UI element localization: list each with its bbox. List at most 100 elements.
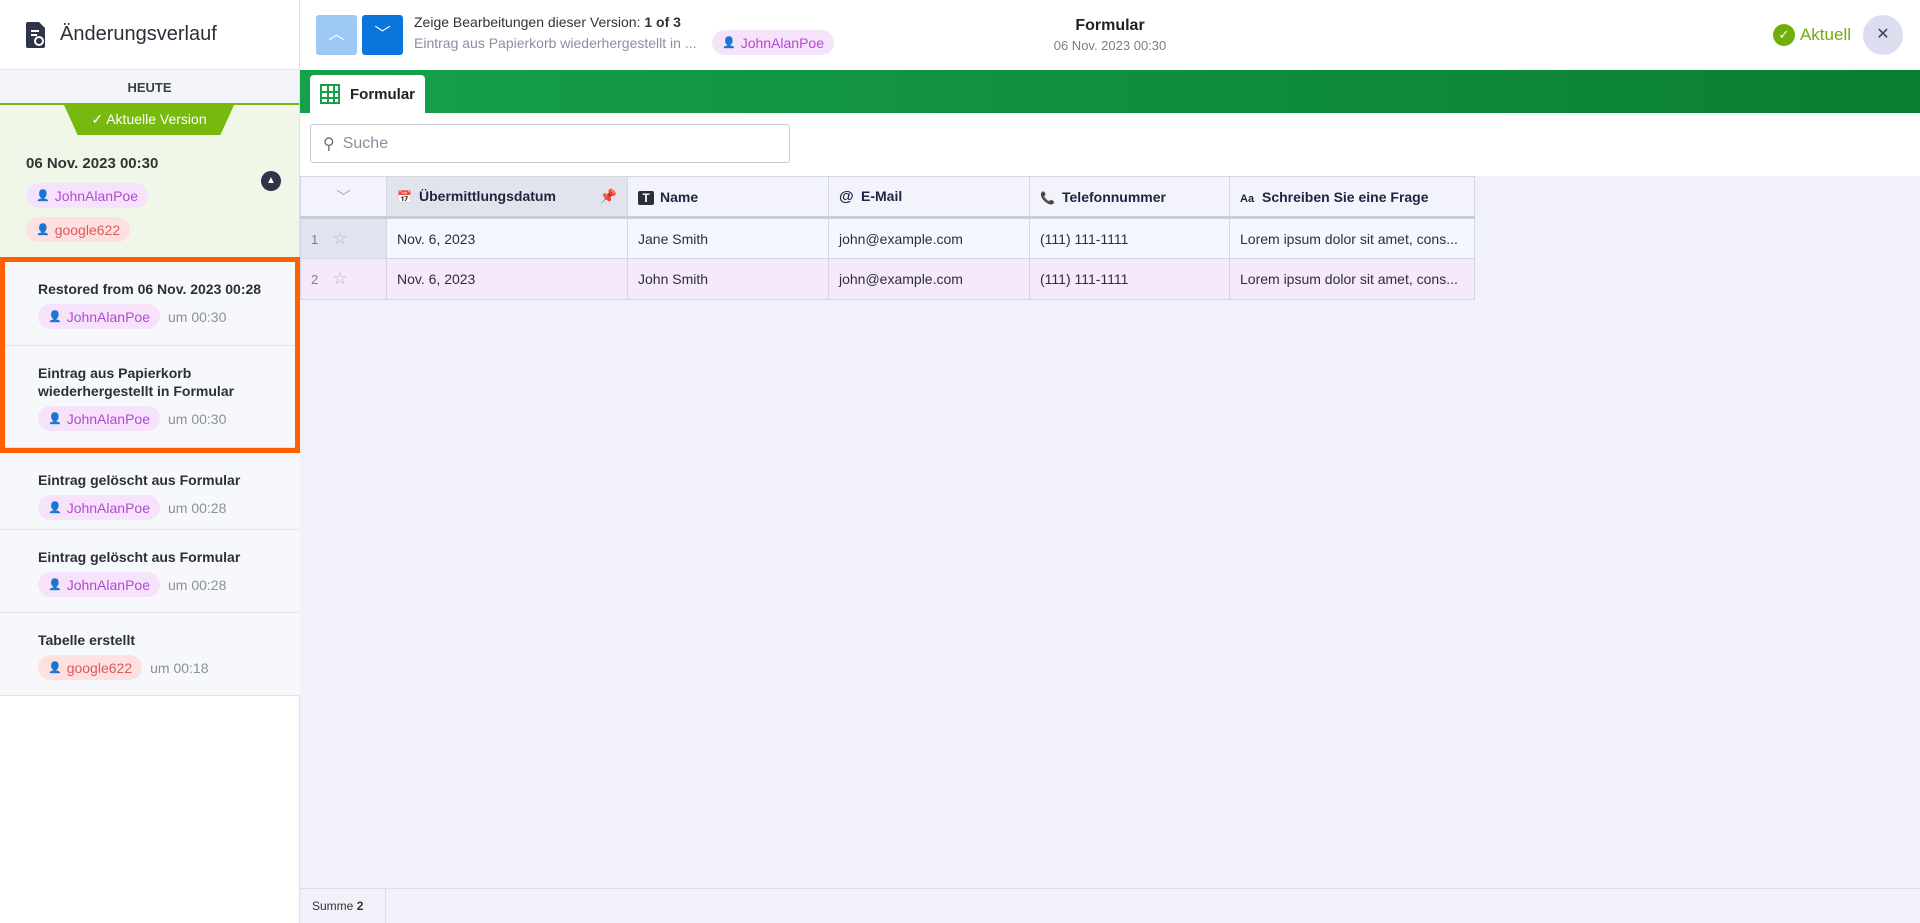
table-grid-icon [320, 84, 340, 104]
column-label: Übermittlungsdatum [419, 188, 556, 204]
user-icon: 👤 [48, 662, 62, 674]
history-sidebar: Änderungsverlauf HEUTE ✓ Aktuelle Versio… [0, 0, 300, 923]
selected-highlight-box [0, 257, 300, 453]
item-time: um 00:28 [168, 576, 227, 593]
history-item[interactable]: Eintrag gelöscht aus Formular 👤 JohnAlanPo… [0, 453, 300, 530]
calendar-icon: 📅 [397, 190, 412, 204]
user-chip: 👤 JohnAlanPoe [26, 183, 148, 208]
user-name: JohnAlanPoe [66, 576, 150, 593]
column-header[interactable]: 📅 Übermittlungsdatum 📌 [386, 176, 628, 219]
user-name: JohnAlanPoe [740, 34, 824, 51]
current-version-item[interactable]: ✓ Aktuelle Version 06 Nov. 2023 00:30 👤 J… [0, 105, 299, 257]
star-icon[interactable]: ☆ [332, 229, 347, 248]
phone-icon: 📞 [1040, 190, 1055, 205]
table-cell[interactable]: Nov. 6, 2023 [386, 258, 628, 300]
tab-label: Formular [350, 85, 416, 103]
user-icon: 👤 [48, 502, 62, 514]
column-header[interactable]: T Name [627, 176, 829, 219]
item-time: um 00:18 [150, 659, 209, 676]
item-title: Eintrag gelöscht aus Formular [38, 472, 241, 488]
table-footer: Summe 2 [300, 888, 1920, 923]
item-title: Eintrag gelöscht aus Formular [38, 549, 241, 565]
status-label: Aktuell [1799, 25, 1851, 44]
badge-label: Aktuelle Version [106, 111, 207, 127]
close-button[interactable]: ✕ [1863, 15, 1903, 55]
column-label: Telefonnummer [1062, 188, 1166, 205]
long-text-icon: Aa [1240, 192, 1255, 205]
table-cell[interactable]: john@example.com [828, 258, 1030, 300]
user-name: JohnAlanPoe [54, 187, 138, 204]
version-header: ︿ ﹀ Zeige Bearbeitungen dieser Version: … [300, 0, 1920, 70]
history-item[interactable]: Eintrag gelöscht aus Formular 👤 JohnAlanPo… [0, 530, 300, 613]
search-placeholder: Suche [342, 134, 389, 152]
current-version-badge: ✓ Aktuelle Version [64, 105, 234, 135]
user-chip: 👤 google622 [26, 217, 131, 242]
star-icon[interactable]: ☆ [332, 269, 347, 288]
user-name: google622 [54, 221, 121, 238]
section-today: HEUTE [0, 70, 299, 105]
column-label: Schreiben Sie eine Frage [1262, 188, 1429, 205]
table-header-row: ﹀ 📅 Übermittlungsdatum 📌 T Name @ E-Mail 📞 Te… [300, 176, 1475, 219]
table-row[interactable]: 1 ☆ Nov. 6, 2023 Jane Smith john@example.… [300, 217, 1475, 259]
row-index: 1 [311, 231, 319, 247]
table-row[interactable]: 2 ☆ Nov. 6, 2023 John Smith john@example.… [300, 258, 1475, 300]
user-icon: 👤 [36, 224, 50, 236]
column-header[interactable]: Aa Schreiben Sie eine Frage [1229, 176, 1475, 219]
user-name: JohnAlanPoe [66, 499, 150, 516]
status-current: ✓ Aktuell [1772, 24, 1851, 46]
search-input[interactable]: ⚲ Suche [310, 124, 790, 163]
version-label: Zeige Bearbeitungen dieser Version: [414, 14, 641, 30]
tab-bar: Formular [300, 70, 1920, 113]
table-cell[interactable]: John Smith [627, 258, 829, 300]
search-bar: ⚲ Suche [300, 113, 1920, 176]
item-title: Tabelle erstellt [38, 632, 136, 648]
version-count: 1 of 3 [644, 14, 681, 30]
version-date: 06 Nov. 2023 00:30 [1053, 38, 1167, 53]
page-title: Formular [1075, 17, 1145, 34]
column-label: E-Mail [861, 188, 903, 204]
column-label: Name [660, 188, 699, 205]
search-icon: ⚲ [323, 135, 335, 153]
main-area: ︿ ﹀ Zeige Bearbeitungen dieser Version: … [300, 0, 1920, 923]
table-cell[interactable]: Lorem ipsum dolor sit amet, cons... [1229, 217, 1475, 259]
user-icon: 👤 [722, 37, 736, 49]
history-item[interactable]: Tabelle erstellt 👤 google622 um 00:18 [0, 613, 300, 696]
select-all-chevron-icon[interactable]: ﹀ [300, 176, 387, 219]
column-header[interactable]: 📞 Telefonnummer [1029, 176, 1230, 219]
tab-formular[interactable]: Formular [310, 75, 426, 113]
sidebar-title: Änderungsverlauf [60, 23, 217, 45]
pin-icon[interactable]: 📌 [600, 188, 617, 205]
table-cell[interactable]: Nov. 6, 2023 [386, 217, 628, 259]
previous-edit-button[interactable]: ︿ [316, 15, 357, 55]
user-chip: 👤 JohnAlanPoe [712, 30, 834, 55]
current-version-date: 06 Nov. 2023 00:30 [26, 155, 159, 172]
version-info: Zeige Bearbeitungen dieser Version: 1 of… [414, 14, 681, 30]
at-icon: @ [839, 188, 854, 205]
history-doc-icon [26, 21, 45, 48]
row-sum: Summe 2 [300, 889, 386, 923]
table-cell[interactable]: (111) 111-1111 [1029, 258, 1230, 300]
text-type-icon: T [638, 190, 654, 205]
table-cell[interactable]: Lorem ipsum dolor sit amet, cons... [1229, 258, 1475, 300]
row-index: 2 [311, 272, 319, 287]
next-edit-button[interactable]: ﹀ [362, 15, 403, 55]
check-circle-icon: ✓ [1772, 24, 1795, 46]
user-icon: 👤 [48, 579, 62, 591]
edit-summary: Eintrag aus Papierkorb wiederhergestellt… [414, 35, 697, 51]
item-time: um 00:28 [168, 499, 227, 516]
row-number: 1 ☆ [300, 217, 387, 259]
user-chip: 👤 JohnAlanPoe [38, 495, 160, 520]
row-number: 2 ☆ [300, 258, 387, 300]
column-header[interactable]: @ E-Mail [828, 176, 1030, 219]
table-cell[interactable]: john@example.com [828, 217, 1030, 259]
table-cell[interactable]: Jane Smith [627, 217, 829, 259]
sum-value: 2 [356, 899, 364, 913]
sidebar-header: Änderungsverlauf [0, 0, 299, 70]
user-name: google622 [66, 659, 133, 676]
user-icon: 👤 [36, 190, 50, 202]
user-chip: 👤 google622 [38, 655, 143, 680]
user-chip: 👤 JohnAlanPoe [38, 572, 160, 597]
collapse-chevron-icon[interactable]: ▲ [261, 171, 281, 191]
data-table: ﹀ 📅 Übermittlungsdatum 📌 T Name @ E-Mail 📞 Te… [300, 176, 1475, 300]
table-cell[interactable]: (111) 111-1111 [1029, 217, 1230, 259]
